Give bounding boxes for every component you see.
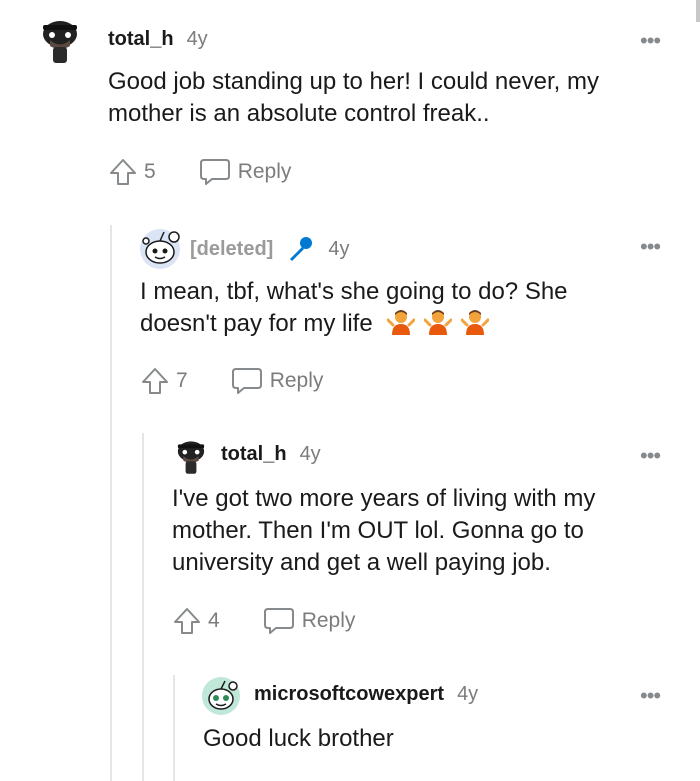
comment-age: 4y xyxy=(186,28,208,50)
upvote-button[interactable]: 7 xyxy=(140,366,188,396)
comment-text-line: mother. Then I'm OUT lol. Gonna go to xyxy=(172,517,584,544)
person-shrugging-emoji xyxy=(387,310,416,335)
speech-bubble-icon xyxy=(263,608,294,634)
upvote-button[interactable]: 5 xyxy=(108,157,156,187)
username[interactable]: total_h xyxy=(221,443,287,466)
username[interactable]: microsoftcowexpert xyxy=(254,683,444,706)
speech-bubble-icon xyxy=(231,368,262,394)
comment-age: 4y xyxy=(457,683,479,705)
thread-line xyxy=(110,225,112,781)
comment-text-line-wrap: doesn't pay for my life xyxy=(140,308,688,340)
vote-count: 4 xyxy=(208,609,220,632)
username[interactable]: total_h xyxy=(108,28,174,51)
avatar[interactable] xyxy=(38,16,82,64)
username: [deleted] xyxy=(190,237,274,260)
comment-text-line: Good job standing up to her! I could nev… xyxy=(108,68,599,95)
vote-count: 5 xyxy=(144,160,156,183)
comment-age: 4y xyxy=(299,443,321,465)
reply-button[interactable]: Reply xyxy=(230,366,324,396)
comment-text-line: I mean, tbf, what's she going to do? She xyxy=(140,278,568,305)
person-shrugging-emoji xyxy=(460,310,489,335)
avatar[interactable] xyxy=(138,227,182,271)
avatar[interactable] xyxy=(174,436,208,476)
scrollbar[interactable] xyxy=(696,0,700,22)
person-shrugging-emoji xyxy=(424,310,453,335)
avatar[interactable] xyxy=(201,676,241,716)
thread-line xyxy=(142,433,144,781)
thread-line xyxy=(173,675,175,781)
speech-bubble-icon xyxy=(199,159,230,185)
user-avatar-icon xyxy=(177,441,205,474)
comment-age: 4y xyxy=(328,237,350,260)
microphone-icon xyxy=(290,237,313,261)
comment-text-line: Good luck brother xyxy=(203,725,394,752)
user-avatar-icon xyxy=(43,21,77,63)
more-options-icon[interactable]: ••• xyxy=(640,28,661,54)
reply-label: Reply xyxy=(269,369,324,392)
upvote-arrow-icon xyxy=(174,608,200,634)
more-options-icon[interactable]: ••• xyxy=(640,234,661,260)
comment-text-line: university and get a well paying job. xyxy=(172,549,551,576)
upvote-arrow-icon xyxy=(142,368,168,394)
upvote-arrow-icon xyxy=(110,159,136,185)
more-options-icon[interactable]: ••• xyxy=(640,443,661,469)
snoo-avatar-icon xyxy=(140,229,180,269)
reply-label: Reply xyxy=(301,609,356,632)
reply-button[interactable]: Reply xyxy=(262,606,356,636)
upvote-button[interactable]: 4 xyxy=(172,606,220,636)
reply-button[interactable]: Reply xyxy=(198,157,292,187)
vote-count: 7 xyxy=(176,369,188,392)
more-options-icon[interactable]: ••• xyxy=(640,683,661,709)
comment-text-line: mother is an absolute control freak.. xyxy=(108,100,490,127)
snoo-avatar-icon xyxy=(202,677,240,715)
reply-label: Reply xyxy=(237,160,292,183)
comment-text-line: I've got two more years of living with m… xyxy=(172,485,596,512)
comment-text-line: doesn't pay for my life xyxy=(140,310,373,337)
